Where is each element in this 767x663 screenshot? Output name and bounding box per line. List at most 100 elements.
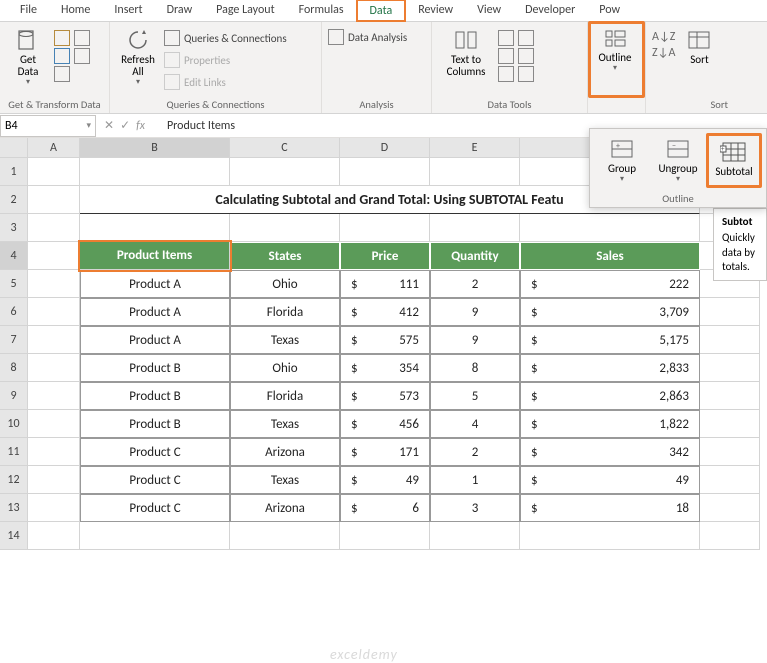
cell[interactable]: $2,833 xyxy=(520,354,700,382)
cell[interactable]: $171 xyxy=(340,438,430,466)
row-header[interactable]: 9 xyxy=(0,382,28,410)
cell[interactable] xyxy=(430,214,520,242)
cell[interactable]: Product B xyxy=(80,354,230,382)
cell[interactable] xyxy=(700,326,760,354)
cell[interactable] xyxy=(430,158,520,186)
cell[interactable]: $2,863 xyxy=(520,382,700,410)
cell[interactable]: $456 xyxy=(340,410,430,438)
from-table-icon[interactable] xyxy=(54,66,70,82)
cell[interactable]: 8 xyxy=(430,354,520,382)
cell[interactable] xyxy=(28,270,80,298)
cell[interactable]: 1 xyxy=(430,466,520,494)
recent-sources-icon[interactable] xyxy=(74,30,90,46)
text-to-columns-button[interactable]: Text to Columns xyxy=(438,26,494,92)
cell[interactable]: Product A xyxy=(80,326,230,354)
cell[interactable] xyxy=(28,326,80,354)
cell[interactable]: Ohio xyxy=(230,354,340,382)
cell[interactable]: Arizona xyxy=(230,438,340,466)
cell[interactable] xyxy=(80,214,230,242)
outline-button[interactable]: Outline ▾ xyxy=(591,24,639,90)
cell[interactable] xyxy=(28,214,80,242)
row-header[interactable]: 10 xyxy=(0,410,28,438)
cell[interactable]: $111 xyxy=(340,270,430,298)
cell[interactable]: $49 xyxy=(520,466,700,494)
cell[interactable]: Product C xyxy=(80,494,230,522)
cell[interactable]: $1,822 xyxy=(520,410,700,438)
get-data-button[interactable]: Get Data ▾ xyxy=(6,26,50,92)
col-header-e[interactable]: E xyxy=(430,138,520,157)
ungroup-button[interactable]: − Ungroup ▾ xyxy=(650,133,706,188)
cell[interactable] xyxy=(340,214,430,242)
tab-view[interactable]: View xyxy=(465,0,513,21)
tab-power[interactable]: Pow xyxy=(587,0,632,21)
cell[interactable] xyxy=(80,522,230,550)
cell[interactable]: Product B xyxy=(80,410,230,438)
cell[interactable] xyxy=(700,382,760,410)
properties-button[interactable]: Properties xyxy=(164,50,287,70)
cell[interactable] xyxy=(28,186,80,214)
cell[interactable]: $573 xyxy=(340,382,430,410)
cell[interactable]: Product Items xyxy=(80,242,230,270)
cell[interactable]: $354 xyxy=(340,354,430,382)
col-header-c[interactable]: C xyxy=(230,138,340,157)
cell[interactable] xyxy=(520,522,700,550)
remove-dup-icon[interactable] xyxy=(498,48,514,64)
from-web-icon[interactable] xyxy=(54,48,70,64)
tab-file[interactable]: File xyxy=(8,0,49,21)
cell[interactable]: Texas xyxy=(230,326,340,354)
row-header[interactable]: 3 xyxy=(0,214,28,242)
cell[interactable] xyxy=(700,438,760,466)
cell[interactable] xyxy=(700,522,760,550)
row-header[interactable]: 11 xyxy=(0,438,28,466)
row-header[interactable]: 6 xyxy=(0,298,28,326)
row-header[interactable]: 1 xyxy=(0,158,28,186)
cell[interactable] xyxy=(700,494,760,522)
cell[interactable]: Product A xyxy=(80,270,230,298)
cell[interactable] xyxy=(28,298,80,326)
tab-insert[interactable]: Insert xyxy=(102,0,154,21)
cell[interactable]: Product C xyxy=(80,438,230,466)
cell[interactable]: Price xyxy=(340,242,430,270)
cell[interactable]: Ohio xyxy=(230,270,340,298)
cell[interactable]: 3 xyxy=(430,494,520,522)
cell[interactable] xyxy=(520,214,700,242)
tab-review[interactable]: Review xyxy=(406,0,465,21)
cell[interactable]: Product B xyxy=(80,382,230,410)
cell[interactable] xyxy=(28,438,80,466)
relationships-icon[interactable] xyxy=(518,48,534,64)
row-header[interactable]: 8 xyxy=(0,354,28,382)
cell[interactable] xyxy=(80,158,230,186)
row-header[interactable]: 13 xyxy=(0,494,28,522)
cell[interactable]: Texas xyxy=(230,410,340,438)
cell[interactable] xyxy=(700,298,760,326)
cell[interactable]: 4 xyxy=(430,410,520,438)
cell[interactable] xyxy=(700,466,760,494)
cell[interactable] xyxy=(340,158,430,186)
formula-input[interactable]: Product Items xyxy=(151,119,235,133)
cell[interactable]: Florida xyxy=(230,298,340,326)
tab-data[interactable]: Data xyxy=(356,0,407,22)
queries-connections-button[interactable]: Queries & Connections xyxy=(164,28,287,48)
cell[interactable]: $575 xyxy=(340,326,430,354)
cell[interactable]: 9 xyxy=(430,298,520,326)
cell[interactable] xyxy=(28,466,80,494)
cell[interactable]: $342 xyxy=(520,438,700,466)
cell[interactable] xyxy=(28,242,80,270)
existing-conn-icon[interactable] xyxy=(74,48,90,64)
edit-links-button[interactable]: Edit Links xyxy=(164,72,287,92)
cell[interactable] xyxy=(28,382,80,410)
col-header-a[interactable]: A xyxy=(28,138,80,157)
data-analysis-button[interactable]: Data Analysis xyxy=(328,26,407,46)
cell[interactable]: States xyxy=(230,242,340,270)
tab-draw[interactable]: Draw xyxy=(155,0,205,21)
cancel-icon[interactable]: ✕ xyxy=(104,118,114,133)
cell[interactable]: Arizona xyxy=(230,494,340,522)
cell[interactable]: Texas xyxy=(230,466,340,494)
select-all-corner[interactable] xyxy=(0,138,28,157)
cell[interactable]: $412 xyxy=(340,298,430,326)
row-header[interactable]: 12 xyxy=(0,466,28,494)
col-header-b[interactable]: B xyxy=(80,138,230,157)
cell[interactable]: Quantity xyxy=(430,242,520,270)
subtotal-button[interactable]: + Subtotal xyxy=(706,133,762,188)
sort-asc-icon[interactable]: A↓Z xyxy=(652,30,675,44)
